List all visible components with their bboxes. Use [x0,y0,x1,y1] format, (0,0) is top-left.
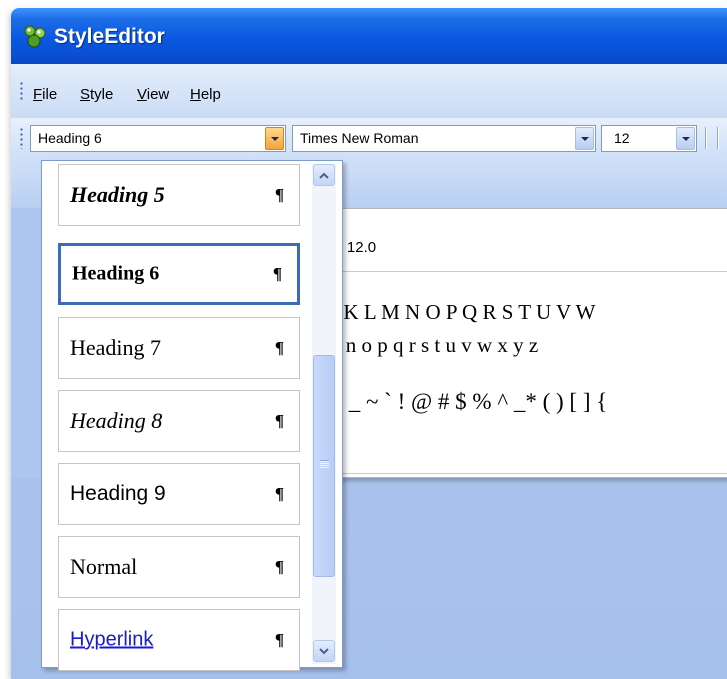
scroll-up-button[interactable] [313,164,335,186]
paragraph-mark-icon: ¶ [274,338,284,357]
menu-style[interactable]: Style [80,86,113,103]
list-item-hyperlink[interactable]: Hyperlink ¶ [58,609,300,671]
paragraph-mark-icon: ¶ [274,411,284,430]
menu-view-mnemonic: V [137,86,147,103]
chevron-down-icon [270,136,279,141]
style-preview-panel: + 12.0 J K L M N O P Q R S T U V W n n o… [281,208,727,478]
size-combo-value: 12 [614,130,630,146]
toolbar-separator [705,127,706,149]
font-combo[interactable]: Times New Roman [292,125,596,152]
title-bar[interactable]: StyleEditor [11,8,727,64]
chevron-down-icon [681,136,690,141]
list-item-heading-5[interactable]: Heading 5 ¶ [58,164,300,226]
preview-divider [282,271,727,272]
style-combo-dropdown-button[interactable] [265,127,284,150]
size-combo[interactable]: 12 [601,125,697,152]
app-window: StyleEditor File Style View Help Heading… [11,8,727,679]
menu-help-mnemonic: H [190,86,201,103]
menu-help[interactable]: Help [190,86,221,103]
style-dropdown-list[interactable]: Heading 5 ¶ Heading 6 ¶ Heading 7 ¶ Head… [41,160,343,671]
window-title: StyleEditor [54,25,165,48]
paragraph-mark-icon: ¶ [274,630,284,649]
menubar-grip[interactable] [20,81,23,101]
preview-uppercase: J K L M N O P Q R S T U V W [330,300,596,324]
preview-divider [282,473,727,474]
menu-help-rest: elp [200,86,221,103]
list-scrollbar[interactable] [312,164,336,664]
paragraph-mark-icon: ¶ [274,557,284,576]
list-item-normal[interactable]: Normal ¶ [58,536,300,598]
menu-file-mnemonic: F [33,86,43,103]
chevron-up-icon [319,172,329,179]
list-item-label: Normal [70,554,138,579]
menu-style-mnemonic: S [80,86,91,103]
style-combo-value: Heading 6 [38,130,102,146]
app-logo-icon [24,25,46,48]
preview-lowercase: n n o p q r s t u v w x y z [330,333,539,357]
font-combo-dropdown-button[interactable] [575,127,594,150]
list-item-heading-6[interactable]: Heading 6 ¶ [58,243,300,305]
list-item-label: Hyperlink [70,628,154,651]
toolbar-separator [717,127,718,149]
list-item-label: Heading 8 [70,408,163,433]
menu-file-rest: ile [42,86,58,103]
size-combo-dropdown-button[interactable] [676,127,695,150]
paragraph-mark-icon: ¶ [272,264,282,283]
list-item-heading-9[interactable]: Heading 9 ¶ [58,463,300,525]
menu-style-rest: tyle [90,86,114,103]
list-item-label: Heading 5 [70,182,165,207]
chevron-down-icon [319,647,329,654]
scroll-thumb[interactable] [313,355,335,577]
paragraph-mark-icon: ¶ [274,185,284,204]
paragraph-mark-icon: ¶ [274,484,284,503]
list-item-label: Heading 9 [70,482,166,505]
scroll-thumb-grip [320,460,329,469]
list-item-label: Heading 7 [70,335,162,360]
list-item-heading-7[interactable]: Heading 7 ¶ [58,317,300,379]
menu-bar: File Style View Help [11,64,727,119]
toolbar-grip[interactable] [20,127,23,149]
scroll-down-button[interactable] [313,640,335,662]
list-item-heading-8[interactable]: Heading 8 ¶ [58,390,300,452]
preview-symbols: = _ ~ ` ! @ # $ % ^ _* ( ) [ ] { [330,389,608,414]
font-combo-value: Times New Roman [300,130,419,146]
menu-file[interactable]: File [33,86,57,103]
menu-view[interactable]: View [137,86,169,103]
style-combo[interactable]: Heading 6 [30,125,286,152]
chevron-down-icon [580,136,589,141]
menu-view-rest: iew [146,86,170,103]
format-toolbar: Heading 6 Times New Roman 12 [11,118,727,158]
list-item-label: Heading 6 [72,262,160,285]
